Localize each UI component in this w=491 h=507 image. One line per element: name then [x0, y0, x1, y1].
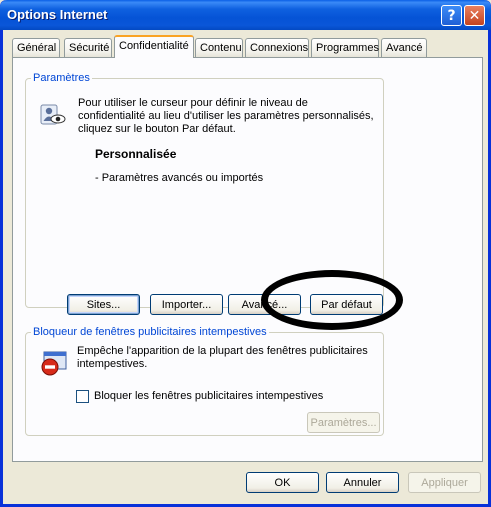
- popup-blocker-description: Empêche l'apparition de la plupart des f…: [77, 345, 368, 370]
- tab-programmes[interactable]: Programmes: [311, 38, 379, 57]
- params-description: Pour utiliser le curseur pour définir le…: [78, 97, 374, 135]
- import-button[interactable]: Importer...: [150, 294, 223, 315]
- privacy-level-detail: - Paramètres avancés ou importés: [95, 172, 264, 184]
- params-legend: Paramètres: [33, 72, 90, 84]
- popup-blocker-legend: Bloqueur de fenêtres publicitaires intem…: [33, 326, 267, 338]
- tab-securite[interactable]: Sécurité: [64, 38, 112, 57]
- tab-connexions[interactable]: Connexions: [245, 38, 309, 57]
- help-button[interactable]: ?: [441, 5, 462, 26]
- privacy-person-eye-icon: [40, 104, 66, 125]
- window-title: Options Internet: [7, 7, 108, 22]
- apply-button[interactable]: Appliquer: [408, 472, 481, 493]
- title-bar[interactable]: Options Internet ? ✕: [0, 0, 491, 30]
- close-icon: ✕: [468, 7, 481, 24]
- tab-avance[interactable]: Avancé: [381, 38, 427, 57]
- popup-blocker-icon: [41, 351, 67, 376]
- block-popups-label[interactable]: Bloquer les fenêtres publicitaires intem…: [94, 390, 323, 403]
- options-internet-window: Options Internet ? ✕ Général Sécurité Co…: [0, 0, 491, 507]
- tab-panel-confidentialite: Paramètres Pour utiliser le curseur pour…: [12, 57, 483, 462]
- sites-button[interactable]: Sites...: [67, 294, 140, 315]
- close-button[interactable]: ✕: [464, 5, 485, 26]
- tab-general[interactable]: Général: [12, 38, 60, 57]
- popup-blocker-group: Bloqueur de fenêtres publicitaires intem…: [25, 326, 384, 436]
- highlight-annotation-circle: [261, 270, 403, 330]
- ok-button[interactable]: OK: [246, 472, 319, 493]
- popup-settings-button[interactable]: Paramètres...: [307, 412, 380, 433]
- tab-contenu[interactable]: Contenu: [195, 38, 243, 57]
- tab-confidentialite[interactable]: Confidentialité: [114, 35, 194, 58]
- help-icon: ?: [447, 7, 456, 24]
- cancel-button[interactable]: Annuler: [326, 472, 399, 493]
- privacy-level-title: Personnalisée: [95, 147, 177, 161]
- block-popups-checkbox[interactable]: [76, 390, 89, 403]
